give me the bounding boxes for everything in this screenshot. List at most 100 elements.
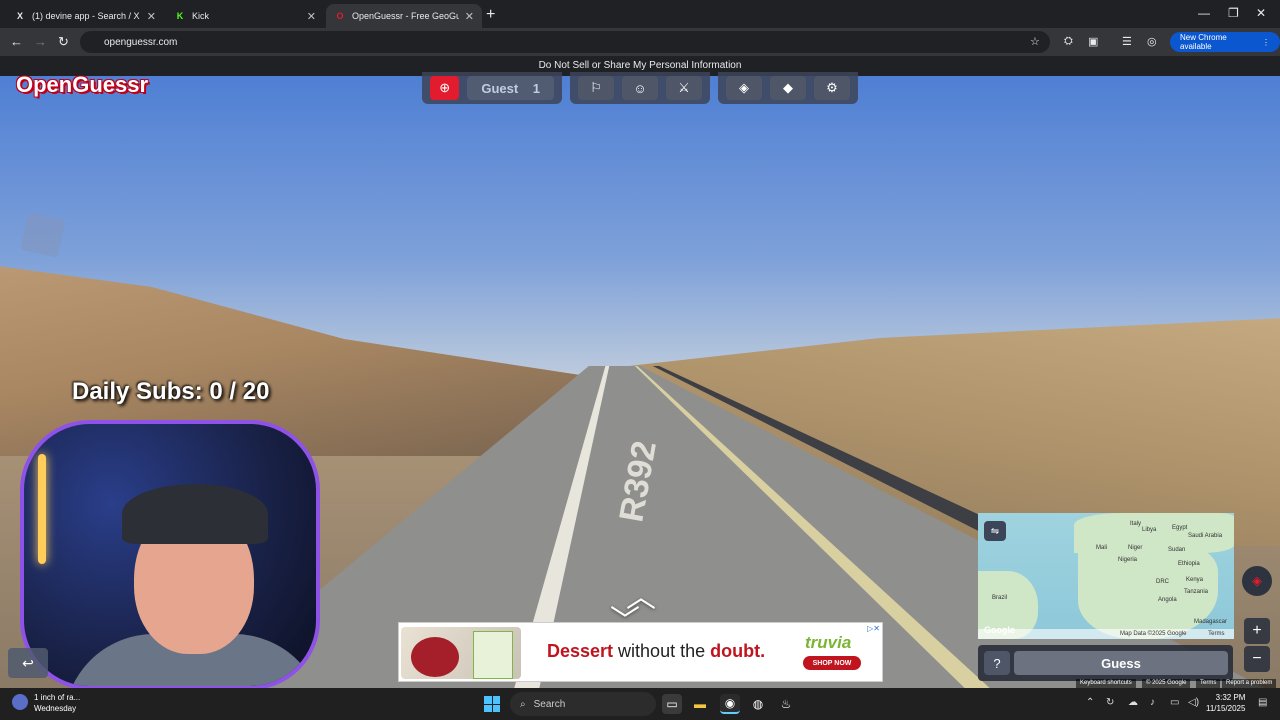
- close-icon[interactable]: ✕: [465, 10, 474, 23]
- ad-headline: Dessert without the doubt.: [547, 641, 765, 662]
- guest-count: 1: [532, 80, 540, 96]
- more-icon[interactable]: ⋮: [1262, 38, 1270, 47]
- close-icon[interactable]: ✕: [147, 10, 156, 23]
- close-icon[interactable]: ✕: [307, 10, 316, 23]
- map-attribution: Map Data ©2025 Google: [1120, 631, 1187, 637]
- weather-line1: 1 inch of ra...: [34, 693, 81, 702]
- reading-list-icon[interactable]: ☰: [1122, 35, 1132, 48]
- tab-title: OpenGuessr - Free GeoGuessr...: [352, 11, 459, 21]
- notifications-icon[interactable]: ▤: [1258, 697, 1267, 708]
- tab-x[interactable]: X (1) devine app - Search / X ✕: [6, 4, 164, 28]
- task-view-icon[interactable]: ▭: [662, 694, 682, 714]
- openguessr-logo-icon: O: [336, 11, 344, 21]
- map-label: Sudan: [1168, 547, 1186, 553]
- multiplayer-icon: ☺: [633, 80, 647, 96]
- microphone-icon[interactable]: ♪: [1150, 697, 1155, 708]
- tab-title: (1) devine app - Search / X: [32, 11, 140, 21]
- ad-product-image: [401, 627, 521, 679]
- settings-button[interactable]: ⚙: [814, 76, 850, 100]
- forward-icon[interactable]: →: [34, 34, 47, 49]
- star-icon[interactable]: ☆: [1030, 35, 1040, 48]
- map-terms-link[interactable]: Terms: [1208, 631, 1224, 637]
- help-button[interactable]: ?: [984, 651, 1010, 675]
- return-icon: ↩: [22, 654, 34, 671]
- ad-package-image: [473, 631, 513, 679]
- advertisement-banner[interactable]: Dessert without the doubt. truvia SHOP N…: [398, 622, 883, 682]
- network-icon[interactable]: ▭: [1170, 697, 1179, 708]
- map-label: Nigeria: [1118, 557, 1138, 563]
- tray-overflow-icon[interactable]: ⌃: [1086, 697, 1094, 708]
- media-icon[interactable]: ▣: [1088, 35, 1098, 48]
- guest-account[interactable]: Guest 1: [467, 76, 554, 100]
- guess-minimap[interactable]: ⇋ Italy Egypt Libya Saudi Arabia Mali Ni…: [978, 513, 1234, 639]
- weather-widget[interactable]: 1 inch of ra... Wednesday: [12, 692, 80, 714]
- ad-headline-rest: without the: [613, 641, 711, 661]
- chrome-icon[interactable]: ◉: [720, 694, 740, 714]
- daily-subs-counter: Daily Subs: 0 / 20: [72, 378, 270, 405]
- zoom-out-button[interactable]: −: [1244, 646, 1270, 672]
- openguessr-logo[interactable]: OpenGuessr: [16, 72, 148, 98]
- keyboard-shortcuts-link[interactable]: Keyboard shortcuts: [1076, 679, 1136, 688]
- battle-button[interactable]: ⚔: [666, 76, 702, 100]
- multiplayer-button[interactable]: ☺: [622, 76, 658, 100]
- kick-logo-icon: K: [176, 11, 184, 21]
- steam-icon[interactable]: ♨: [776, 694, 796, 714]
- tab-title: Kick: [192, 11, 210, 21]
- map-label: Kenya: [1186, 577, 1204, 583]
- weather-icon: [12, 694, 28, 710]
- ad-shop-now-button[interactable]: SHOP NOW: [803, 656, 861, 670]
- report-problem-link[interactable]: Report a problem: [1222, 679, 1277, 688]
- incognito-icon[interactable]: ⛭: [1064, 35, 1073, 48]
- minimize-icon[interactable]: —: [1198, 6, 1210, 20]
- restore-icon[interactable]: ❐: [1228, 6, 1239, 20]
- sync-icon[interactable]: ↻: [1106, 697, 1114, 708]
- maps-button[interactable]: ◈: [726, 76, 762, 100]
- search-label: Search: [533, 698, 566, 710]
- return-button[interactable]: ↩: [8, 648, 48, 678]
- compass-icon[interactable]: ◈: [1242, 566, 1272, 596]
- sliders-icon: ⇋: [990, 525, 1000, 537]
- map-label: Madagascar: [1194, 619, 1228, 625]
- guest-label: Guest: [481, 80, 519, 96]
- google-terms-link[interactable]: Terms: [1196, 679, 1221, 688]
- settings-toolbar: ◈ ◆ ⚙: [718, 72, 858, 104]
- tab-kick[interactable]: K Kick ✕: [166, 4, 324, 28]
- account-toolbar: ⊕ Guest 1: [422, 72, 562, 104]
- browser-tab-bar: X (1) devine app - Search / X ✕ K Kick ✕…: [0, 0, 1280, 28]
- search-icon: ⌕: [520, 698, 526, 710]
- weather-line2: Wednesday: [34, 704, 77, 713]
- map-label: Brazil: [992, 595, 1008, 601]
- clock-time: 3:32 PM: [1215, 693, 1246, 702]
- reload-icon[interactable]: ↻: [58, 34, 69, 50]
- url-field[interactable]: openguessr.com: [80, 31, 1050, 53]
- file-explorer-icon[interactable]: ▬: [690, 694, 710, 714]
- map-label: Ethiopia: [1178, 561, 1200, 567]
- map-label: Mali: [1096, 545, 1108, 551]
- webcam-overlay: [20, 420, 320, 690]
- ad-headline-end: doubt.: [710, 641, 766, 661]
- profile-icon[interactable]: ◎: [1147, 35, 1157, 48]
- back-icon[interactable]: ←: [10, 34, 23, 49]
- volume-icon[interactable]: ◁): [1188, 697, 1199, 708]
- taskbar-search[interactable]: ⌕ Search: [510, 692, 656, 716]
- taskbar-clock[interactable]: 3:32 PM 11/15/2025: [1206, 692, 1245, 714]
- obs-icon[interactable]: ◍: [748, 694, 768, 714]
- x-logo-icon: X: [16, 11, 23, 21]
- cloud-icon[interactable]: ☁: [1128, 697, 1138, 708]
- guess-button[interactable]: Guess: [1014, 651, 1228, 675]
- tab-openguessr[interactable]: O OpenGuessr - Free GeoGuessr... ✕: [326, 4, 482, 28]
- leaderboard-button[interactable]: ⚐: [578, 76, 614, 100]
- ad-choices-icon[interactable]: ▷✕: [867, 624, 880, 633]
- zoom-in-button[interactable]: +: [1244, 618, 1270, 644]
- learn-button[interactable]: ◆: [770, 76, 806, 100]
- crossed-swords-icon: ⚔: [678, 80, 690, 95]
- windows-taskbar: 1 inch of ra... Wednesday ⌕ Search ▭ ▬ ◉…: [0, 688, 1280, 720]
- new-chrome-button[interactable]: New Chrome available ⋮: [1170, 32, 1280, 52]
- map-settings-button[interactable]: ⇋: [984, 521, 1006, 541]
- new-tab-icon[interactable]: +: [486, 6, 495, 24]
- add-user-button[interactable]: ⊕: [430, 76, 460, 100]
- close-window-icon[interactable]: ✕: [1256, 6, 1266, 20]
- map-label: Italy: [1130, 521, 1142, 527]
- windows-start-icon[interactable]: [484, 696, 500, 712]
- layers-icon: ◈: [739, 80, 749, 95]
